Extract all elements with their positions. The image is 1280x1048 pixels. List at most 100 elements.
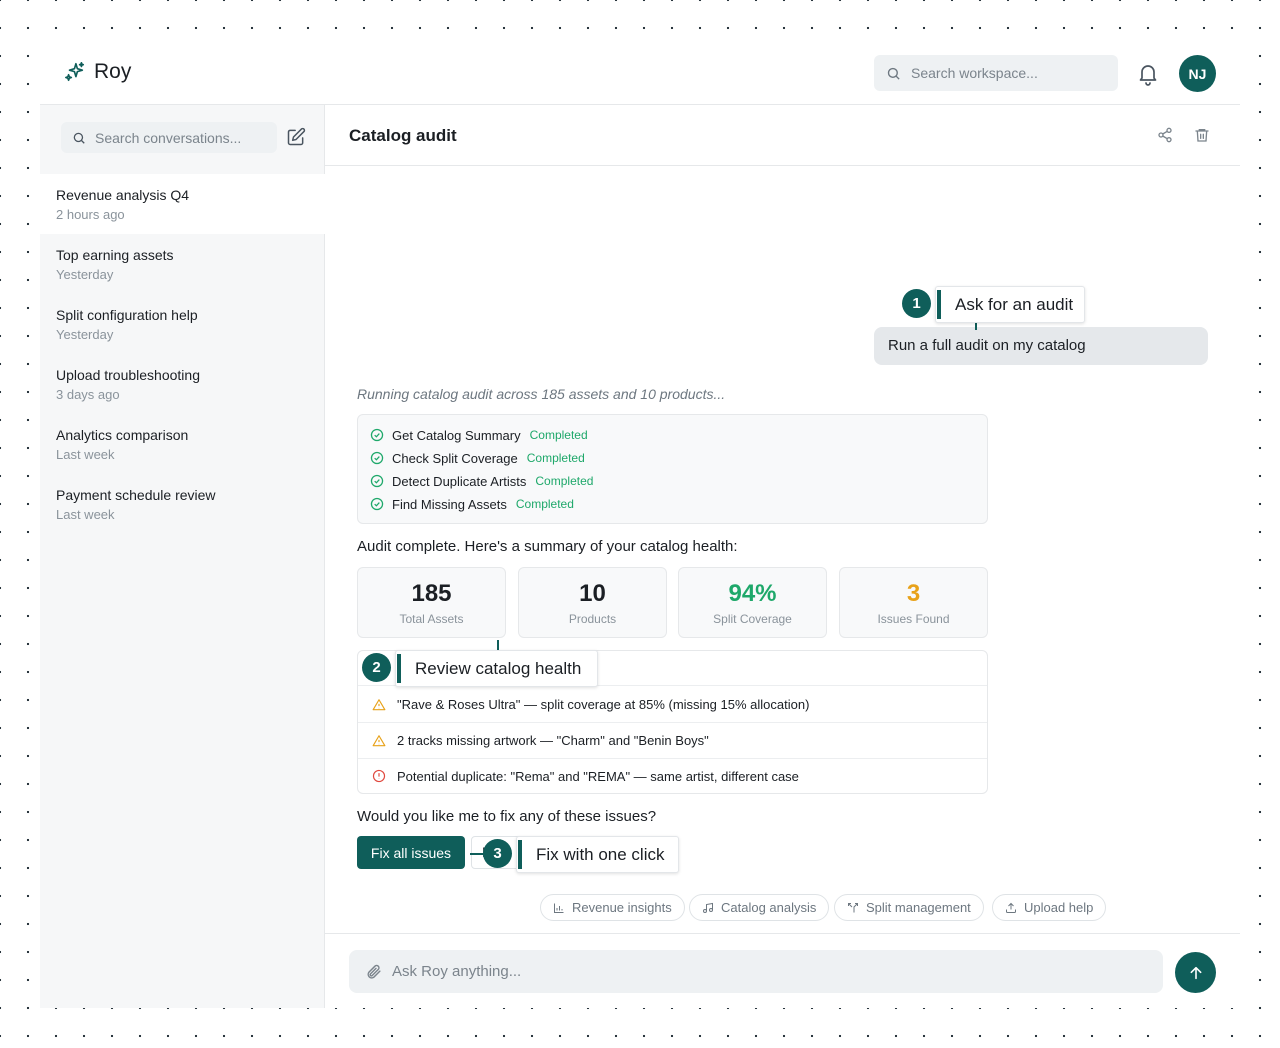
check-circle-icon [370, 474, 384, 488]
tool-status: Completed [535, 474, 594, 488]
conversation-title: Payment schedule review [56, 487, 216, 503]
app-name: Roy [94, 60, 132, 83]
top-bar: Roy NJ [40, 40, 1240, 105]
tool-call-item: Get Catalog Summary Completed [370, 426, 588, 444]
step-badge: 2 [362, 653, 391, 682]
fix-all-issues-button[interactable]: Fix all issues [357, 836, 465, 869]
tool-call-item: Check Split Coverage Completed [370, 449, 585, 467]
stat-label: Issues Found [877, 612, 950, 626]
tool-call-list: Get Catalog Summary Completed Check Spli… [357, 414, 988, 524]
callout-connector [497, 640, 499, 650]
warning-icon [372, 698, 386, 710]
bar-chart-icon [554, 903, 564, 913]
tool-name: Check Split Coverage [392, 450, 518, 466]
conversation-title: Revenue analysis Q4 [56, 187, 190, 203]
stat-value: 185 [411, 580, 452, 607]
trash-icon[interactable] [1194, 127, 1210, 143]
check-circle-icon [370, 451, 384, 465]
callout-ask-for-audit: Ask for an audit [935, 286, 1085, 323]
stat-value: 3 [906, 580, 921, 607]
follow-up-question: Would you like me to fix any of these is… [357, 808, 657, 825]
stat-card-total-assets: 185 Total Assets [357, 567, 506, 638]
issue-row: 2 tracks missing artwork — "Charm" and "… [358, 723, 987, 759]
step-badge: 1 [902, 289, 931, 318]
conversation-time: Yesterday [56, 267, 114, 282]
stat-label: Total Assets [399, 612, 464, 626]
chip-label: Upload help [1024, 900, 1094, 915]
message-input[interactable] [392, 963, 1132, 980]
conversation-time: Last week [56, 447, 115, 462]
conversation-item[interactable]: Revenue analysis Q4 2 hours ago [40, 174, 325, 234]
composer-area [325, 933, 1240, 1008]
callout-review-health: Review catalog health [395, 650, 598, 687]
warning-icon [372, 734, 386, 746]
conversation-item[interactable]: Split configuration help Yesterday [40, 294, 325, 354]
tool-name: Get Catalog Summary [392, 427, 521, 443]
callout-fix-one-click: Fix with one click [516, 836, 679, 873]
stat-card-products: 10 Products [518, 567, 667, 638]
conversation-title: Top earning assets [56, 247, 174, 263]
conversation-item[interactable]: Payment schedule review Last week [40, 474, 325, 534]
conversation-search-input[interactable] [95, 129, 265, 146]
callout-accent [518, 840, 522, 869]
tool-status: Completed [526, 451, 585, 465]
stat-label: Products [568, 612, 617, 626]
chat-panel: Catalog audit Run a full audit on my cat… [325, 105, 1240, 1008]
sparkles-icon [65, 62, 85, 82]
chip-label: Catalog analysis [721, 900, 817, 915]
app-window: Roy NJ Revenue analysis Q4 2 hours ago T… [40, 40, 1240, 1008]
issue-text: Potential duplicate: "Rema" and "REMA" —… [397, 768, 799, 784]
share-icon[interactable] [1157, 127, 1173, 143]
tool-call-item: Detect Duplicate Artists Completed [370, 472, 593, 490]
logo[interactable]: Roy [64, 60, 131, 84]
stat-value: 94% [728, 580, 777, 607]
bell-icon[interactable] [1136, 62, 1160, 86]
search-icon [73, 132, 85, 144]
suggestion-chip-revenue-insights[interactable]: Revenue insights [540, 894, 685, 921]
new-chat-icon[interactable] [286, 127, 306, 147]
send-button[interactable] [1175, 952, 1216, 993]
conversation-title: Analytics comparison [56, 427, 189, 443]
step-badge: 3 [483, 839, 512, 868]
conversation-title: Upload troubleshooting [56, 367, 200, 383]
tool-name: Detect Duplicate Artists [392, 473, 527, 489]
conversation-item[interactable]: Analytics comparison Last week [40, 414, 325, 474]
issue-row: Potential duplicate: "Rema" and "REMA" —… [358, 758, 987, 794]
music-note-icon [703, 902, 713, 913]
conversation-title: Split configuration help [56, 307, 198, 323]
tool-call-item: Find Missing Assets Completed [370, 495, 574, 513]
chip-label: Revenue insights [572, 900, 672, 915]
suggestion-chip-split-management[interactable]: Split management [834, 894, 984, 921]
upload-icon [1006, 902, 1016, 913]
conversation-search[interactable] [61, 122, 277, 153]
callout-label: Fix with one click [536, 844, 665, 864]
search-icon [887, 67, 900, 80]
issue-text: "Rave & Roses Ultra" — split coverage at… [397, 697, 810, 712]
conversation-item[interactable]: Upload troubleshooting 3 days ago [40, 354, 325, 414]
issue-text: 2 tracks missing artwork — "Charm" and "… [397, 733, 709, 748]
callout-label: Ask for an audit [955, 294, 1074, 314]
chat-header: Catalog audit [325, 105, 1240, 166]
arrow-up-icon [1190, 966, 1201, 979]
workspace-search[interactable] [874, 55, 1118, 91]
callout-accent [937, 290, 941, 319]
workspace-search-input[interactable] [911, 65, 1111, 81]
split-icon [848, 902, 858, 912]
page-title: Catalog audit [349, 126, 457, 145]
summary-text: Audit complete. Here's a summary of your… [357, 538, 738, 555]
user-message: Run a full audit on my catalog [874, 327, 1208, 365]
paperclip-icon[interactable] [365, 963, 382, 980]
avatar[interactable]: NJ [1179, 55, 1216, 92]
status-text: Running catalog audit across 185 assets … [357, 386, 726, 402]
tool-status: Completed [529, 428, 588, 442]
callout-accent [397, 654, 401, 683]
tool-name: Find Missing Assets [392, 496, 507, 512]
callout-label: Review catalog health [415, 658, 582, 678]
suggestion-chip-catalog-analysis[interactable]: Catalog analysis [689, 894, 830, 921]
composer[interactable] [349, 950, 1163, 993]
callout-connector [470, 853, 484, 855]
conversation-item[interactable]: Top earning assets Yesterday [40, 234, 325, 294]
conversation-time: Last week [56, 507, 115, 522]
conversation-time: 3 days ago [56, 387, 120, 402]
suggestion-chip-upload-help[interactable]: Upload help [992, 894, 1107, 921]
